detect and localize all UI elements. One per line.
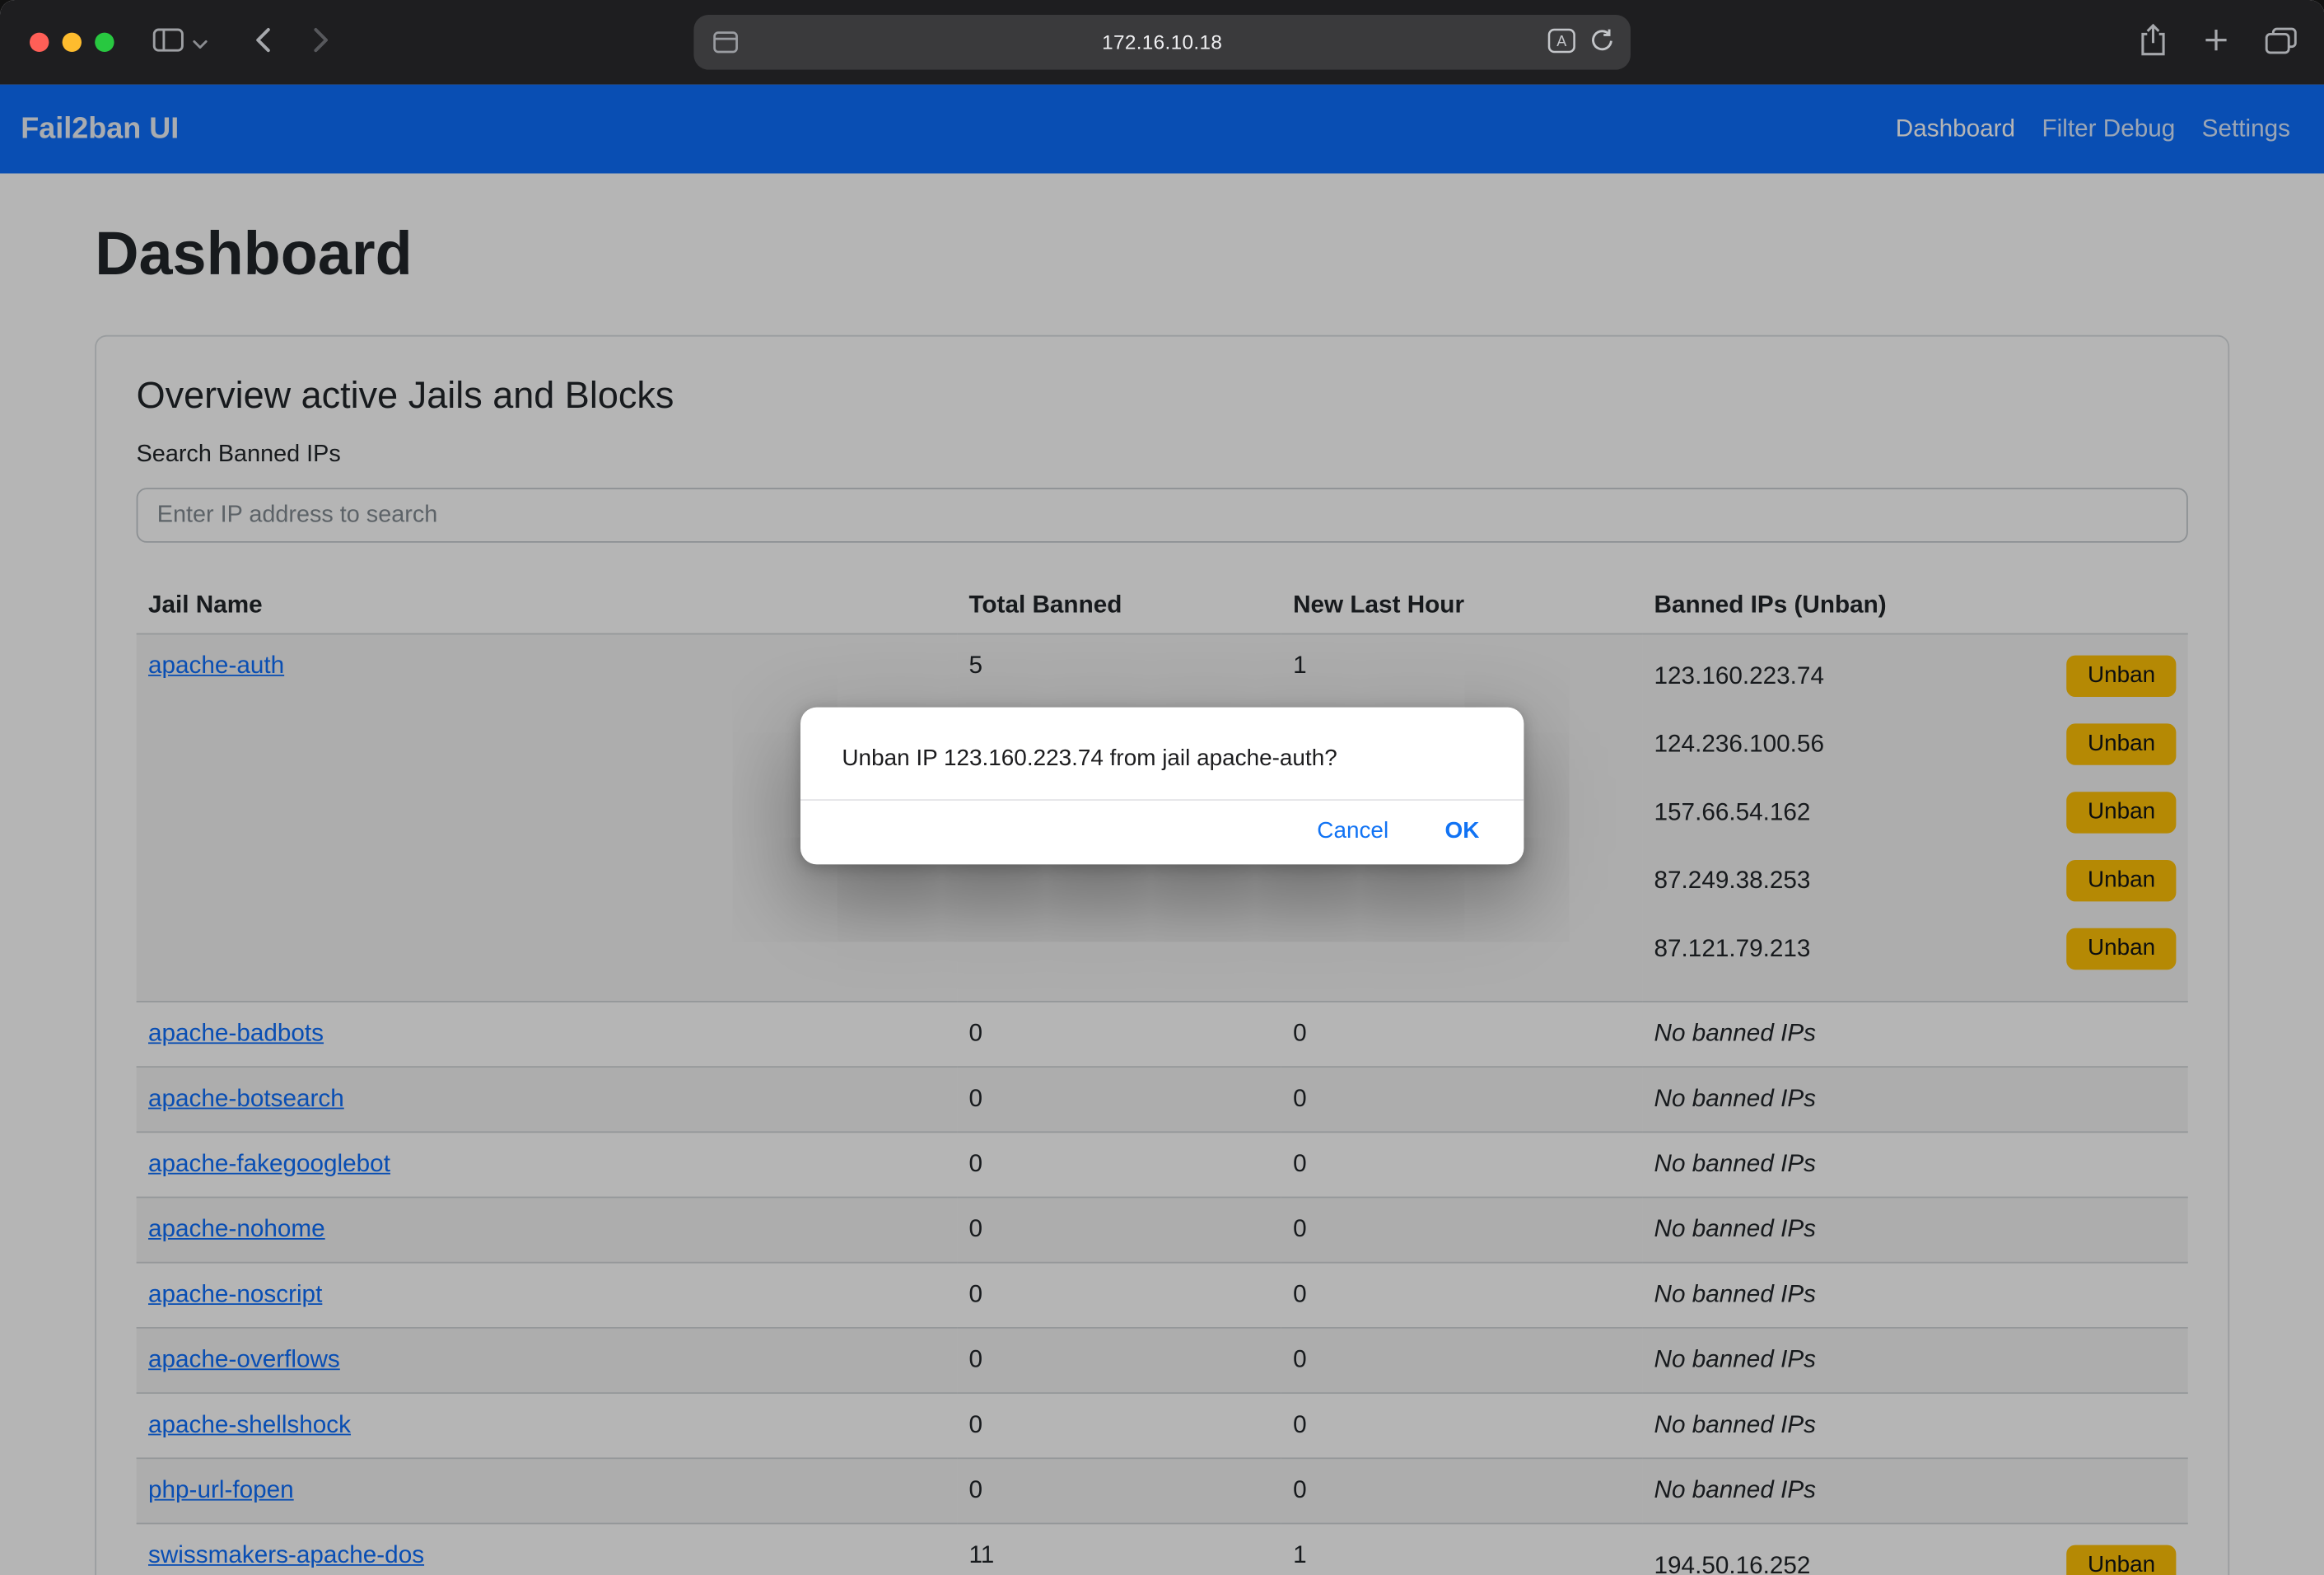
address-bar[interactable]: 172.16.10.18 A <box>693 15 1631 70</box>
confirm-dialog-message: Unban IP 123.160.223.74 from jail apache… <box>800 708 1524 800</box>
share-icon <box>2139 22 2167 63</box>
share-button[interactable] <box>2139 22 2167 63</box>
tabs-icon <box>2265 26 2298 59</box>
confirm-dialog: Unban IP 123.160.223.74 from jail apache… <box>800 708 1524 865</box>
svg-text:A: A <box>1556 33 1566 49</box>
back-button[interactable] <box>255 26 272 58</box>
forward-arrow-icon <box>313 26 329 58</box>
page-settings-icon[interactable] <box>713 31 739 61</box>
translate-icon[interactable]: A <box>1547 28 1575 61</box>
ok-button[interactable]: OK <box>1445 819 1480 845</box>
url-text[interactable]: 172.16.10.18 <box>782 15 1542 70</box>
forward-button[interactable] <box>313 26 329 58</box>
plus-icon <box>2203 26 2229 58</box>
minimize-window-button[interactable] <box>63 33 82 52</box>
sidebar-icon <box>152 28 184 56</box>
reload-icon[interactable] <box>1589 28 1615 61</box>
tab-overview-button[interactable] <box>2265 26 2298 59</box>
back-arrow-icon <box>255 26 272 58</box>
sidebar-toggle-button[interactable] <box>152 28 184 56</box>
zoom-window-button[interactable] <box>95 33 114 52</box>
window-controls <box>30 33 114 52</box>
chevron-down-icon[interactable] <box>193 29 208 55</box>
new-tab-button[interactable] <box>2203 26 2229 58</box>
browser-toolbar: 172.16.10.18 A <box>0 0 2324 85</box>
confirm-dialog-footer: Cancel OK <box>800 799 1524 864</box>
close-window-button[interactable] <box>30 33 49 52</box>
browser-window: 172.16.10.18 A <box>0 0 2324 1575</box>
cancel-button[interactable]: Cancel <box>1317 819 1388 845</box>
